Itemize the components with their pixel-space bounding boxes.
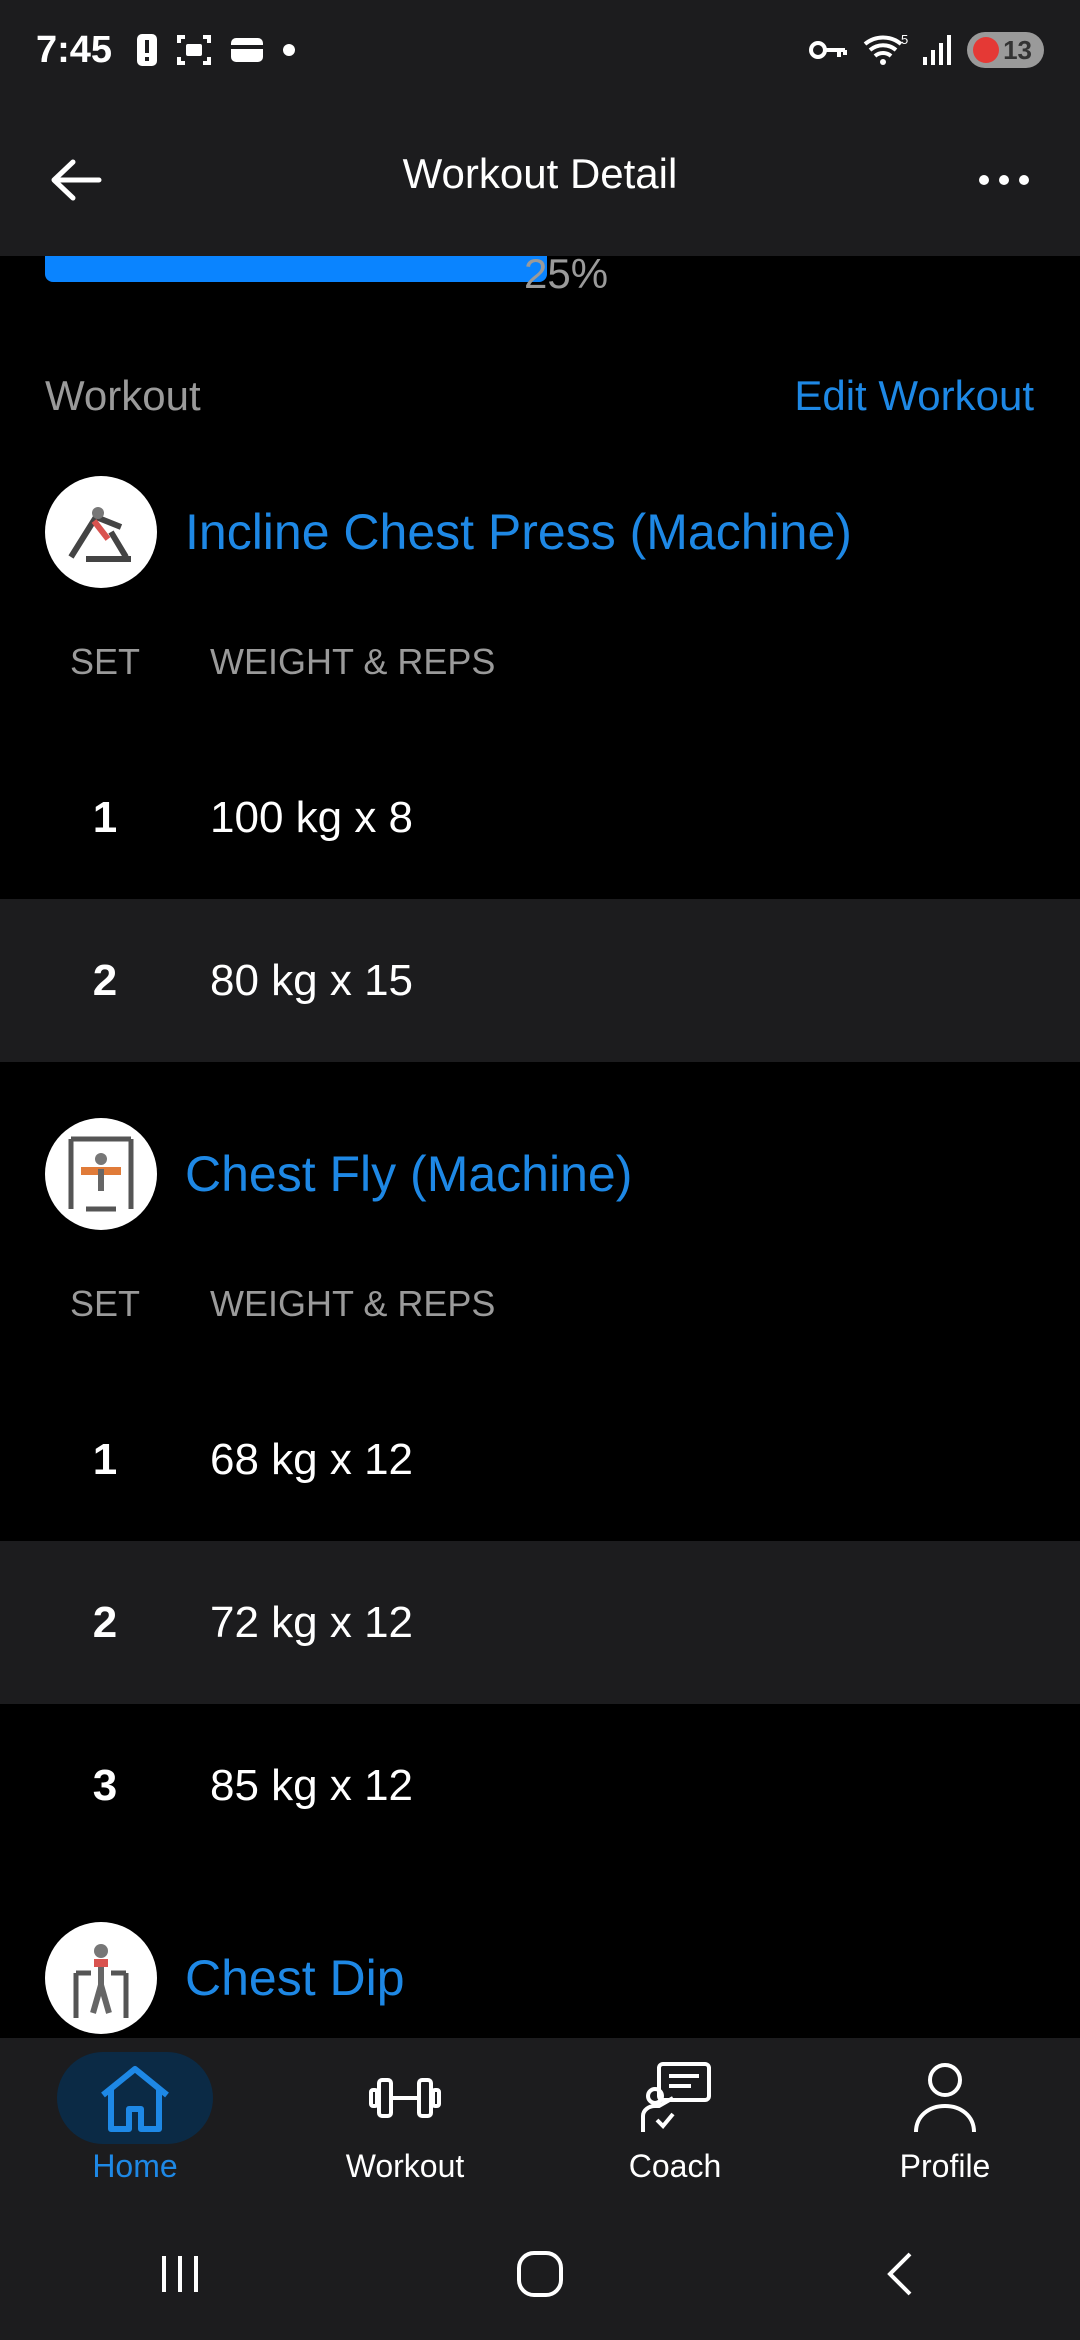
chevron-left-icon — [887, 2252, 912, 2296]
set-row: 2 72 kg x 12 — [0, 1541, 1080, 1704]
set-number: 2 — [92, 1597, 118, 1647]
nav-label: Coach — [628, 2148, 722, 2184]
bottom-navigation: Home Workout Coach Profile — [0, 2038, 1080, 2208]
system-navigation — [0, 2208, 1080, 2340]
system-icons: 5 13 — [809, 32, 1044, 68]
set-value: 100 kg x 8 — [210, 792, 414, 842]
exercise-header[interactable]: Incline Chest Press (Machine) — [0, 476, 1080, 588]
exercise-card: Incline Chest Press (Machine) SET WEIGHT… — [0, 476, 1080, 1062]
exercise-name[interactable]: Incline Chest Press (Machine) — [185, 503, 852, 561]
dumbbell-icon — [369, 2078, 441, 2118]
set-number: 2 — [92, 955, 118, 1005]
set-number: 1 — [92, 792, 118, 842]
nav-icon-highlight — [57, 2052, 213, 2144]
nav-item-coach[interactable]: Coach — [540, 2038, 810, 2208]
battery-level: 13 — [1003, 34, 1032, 65]
nav-label: Profile — [899, 2148, 991, 2184]
signal-icon — [923, 35, 952, 65]
set-value: 80 kg x 15 — [210, 955, 414, 1005]
vpn-key-icon — [809, 41, 848, 59]
exercise-name[interactable]: Chest Dip — [185, 1949, 405, 2007]
exercise-header[interactable]: Chest Dip — [0, 1922, 1080, 2034]
more-dot — [1019, 175, 1029, 185]
chest-fly-machine-icon — [68, 1136, 134, 1212]
progress-label: 25% — [524, 256, 609, 297]
nav-label: Workout — [345, 2148, 465, 2184]
more-dot — [999, 175, 1009, 185]
incline-press-machine-icon — [68, 507, 131, 562]
set-row: 3 85 kg x 12 — [0, 1704, 1080, 1867]
nav-label: Home — [92, 2148, 178, 2184]
status-bar: 7:45 5 13 — [0, 0, 1080, 100]
set-row: 1 68 kg x 12 — [0, 1378, 1080, 1541]
person-icon — [914, 2063, 976, 2133]
set-row: 2 80 kg x 15 — [0, 899, 1080, 1062]
workout-detail-content[interactable]: 25% Workout Edit Workout Incline Chest P… — [0, 256, 1080, 2038]
progress-track — [45, 256, 547, 282]
page-title: Workout Detail — [402, 150, 678, 197]
set-column-header: SET — [69, 641, 140, 682]
screenshot-icon — [177, 35, 212, 65]
coach-icon — [641, 2062, 711, 2132]
battery-indicator: 13 — [967, 32, 1044, 68]
nav-item-home[interactable]: Home — [0, 2038, 270, 2208]
recent-apps-button[interactable] — [110, 2224, 250, 2324]
nav-icon-wrap — [867, 2052, 1023, 2144]
progress-bar — [45, 256, 547, 282]
nav-icon-wrap — [597, 2052, 753, 2144]
wifi-icon: 5 — [863, 32, 908, 65]
home-system-button[interactable] — [470, 2224, 610, 2324]
status-time: 7:45 — [36, 28, 113, 71]
set-column-header: SET — [69, 1283, 140, 1324]
progress-fill — [45, 256, 547, 282]
alert-icon — [137, 34, 158, 66]
workout-section-header: Workout Edit Workout — [45, 372, 1034, 420]
wallet-icon — [231, 38, 264, 62]
dot-icon — [283, 44, 296, 56]
sets-column-headers: SET WEIGHT & REPS — [0, 1230, 1080, 1378]
exercise-thumbnail — [45, 1922, 157, 2034]
set-value: 68 kg x 12 — [210, 1434, 414, 1484]
exercise-card: Chest Fly (Machine) SET WEIGHT & REPS 1 … — [0, 1118, 1080, 1867]
weight-reps-column-header: WEIGHT & REPS — [210, 641, 496, 682]
set-value: 72 kg x 12 — [210, 1597, 414, 1647]
home-circle-icon — [517, 2251, 563, 2297]
svg-text:5: 5 — [901, 32, 908, 47]
set-row: 1 100 kg x 8 — [0, 736, 1080, 899]
more-options-button[interactable] — [964, 144, 1044, 216]
sets-column-headers: SET WEIGHT & REPS — [0, 588, 1080, 736]
exercise-thumbnail — [45, 476, 157, 588]
exercise-header[interactable]: Chest Fly (Machine) — [0, 1118, 1080, 1230]
nav-item-workout[interactable]: Workout — [270, 2038, 540, 2208]
recent-apps-icon — [162, 2256, 198, 2292]
edit-workout-link[interactable]: Edit Workout — [794, 372, 1034, 420]
chest-dip-icon — [73, 1944, 129, 2018]
battery-saver-icon — [973, 37, 1000, 63]
nav-icon-wrap — [327, 2052, 483, 2144]
home-icon — [101, 2066, 169, 2132]
app-bar: Workout Detail — [0, 100, 1080, 256]
set-number: 3 — [92, 1760, 118, 1810]
nav-item-profile[interactable]: Profile — [810, 2038, 1080, 2208]
exercise-name[interactable]: Chest Fly (Machine) — [185, 1145, 632, 1203]
notification-icons — [136, 33, 296, 67]
weight-reps-column-header: WEIGHT & REPS — [210, 1283, 496, 1324]
back-system-button[interactable] — [830, 2224, 970, 2324]
section-label: Workout — [45, 372, 201, 419]
exercise-card: Chest Dip — [0, 1922, 1080, 2034]
set-value: 85 kg x 12 — [210, 1760, 414, 1810]
set-number: 1 — [92, 1434, 118, 1484]
more-dot — [979, 175, 989, 185]
exercise-thumbnail — [45, 1118, 157, 1230]
